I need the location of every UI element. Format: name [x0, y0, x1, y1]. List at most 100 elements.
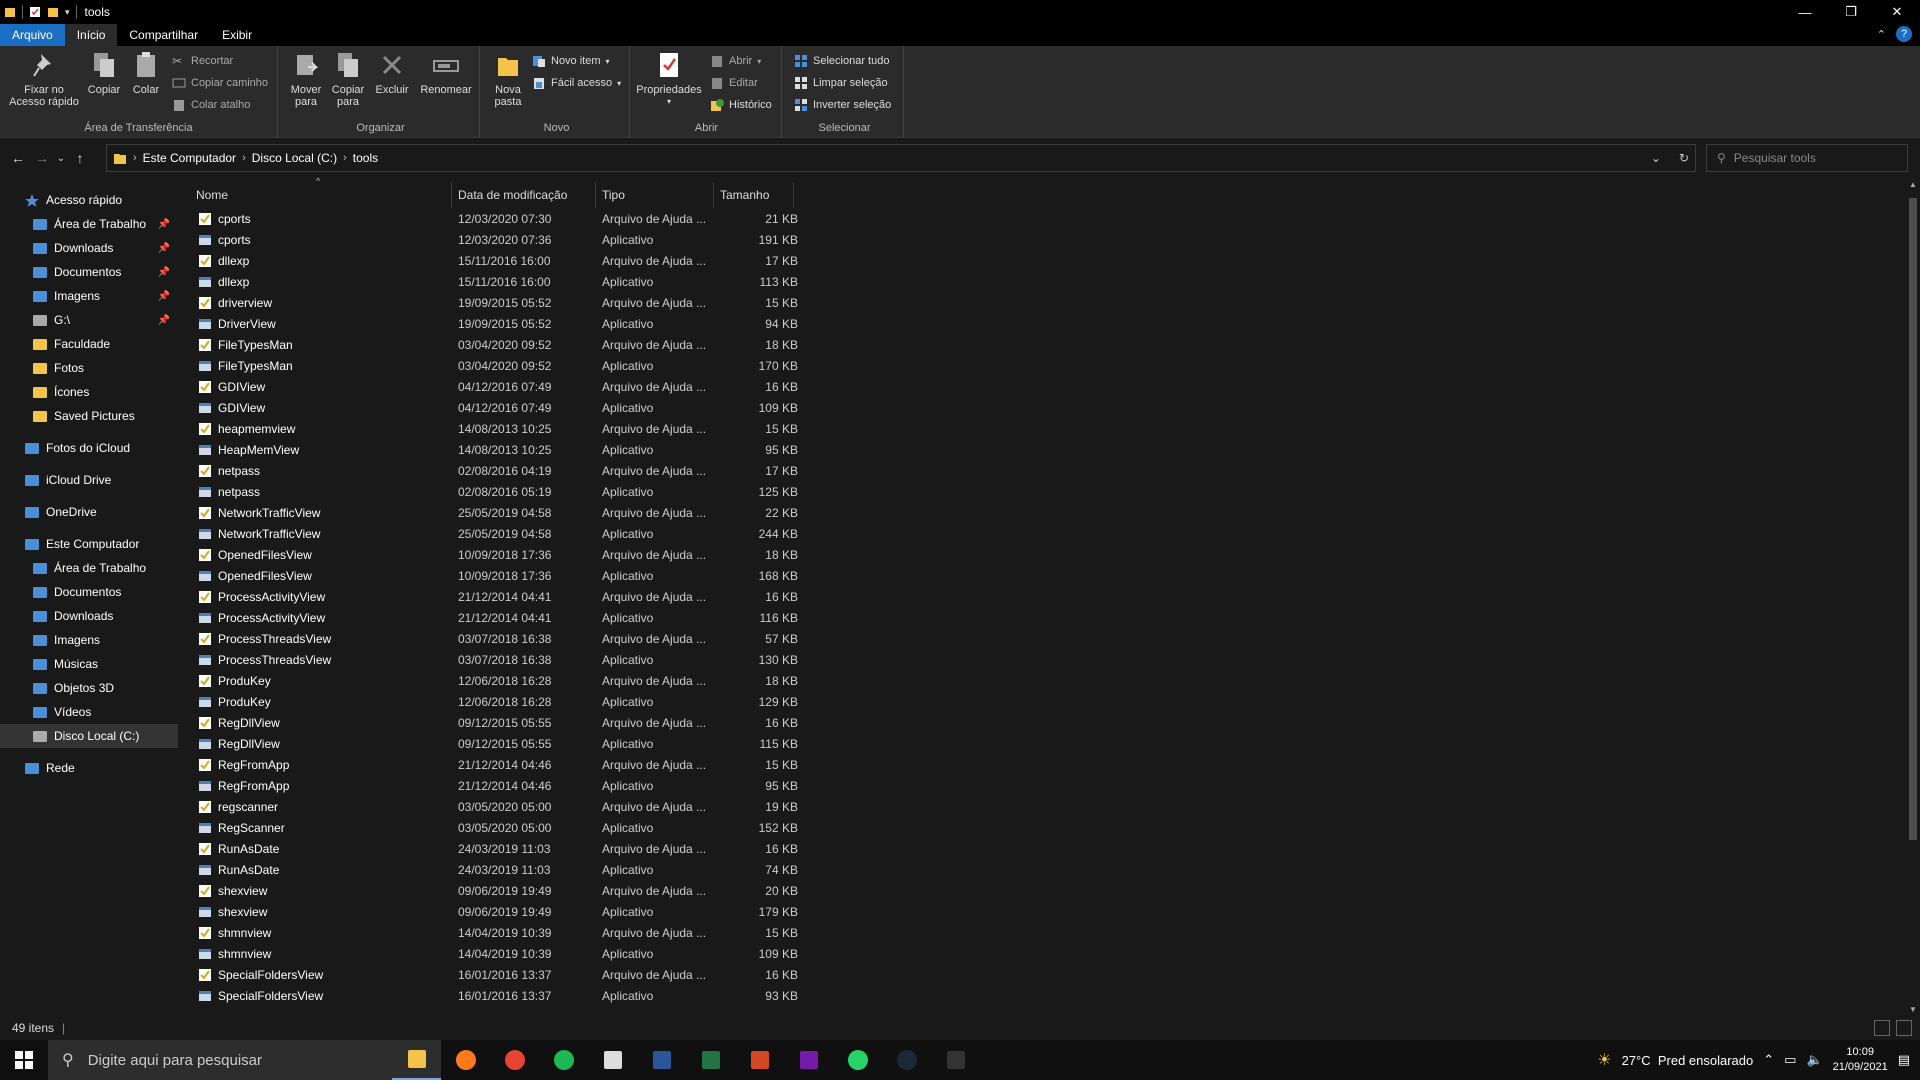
nav-item[interactable]: Fotos do iCloud	[0, 436, 178, 460]
taskbar-app[interactable]	[931, 1040, 980, 1080]
volume-icon[interactable]: 🔈	[1806, 1052, 1822, 1068]
file-row[interactable]: netpass 02/08/2016 04:19 Arquivo de Ajuda …	[178, 460, 798, 481]
easy-access-button[interactable]: Fácil acesso ▾	[532, 74, 621, 92]
file-row[interactable]: SpecialFoldersView 16/01/2016 13:37 Arquiv…	[178, 964, 798, 985]
file-row[interactable]: ProduKey 12/06/2018 16:28 Aplicativo 129 KB	[178, 691, 798, 712]
file-row[interactable]: cports 12/03/2020 07:30 Arquivo de Ajuda .…	[178, 208, 798, 229]
address-bar[interactable]: › Este Computador › Disco Local (C:) › t…	[106, 144, 1696, 172]
new-folder-icon[interactable]	[47, 6, 59, 18]
properties-icon[interactable]	[29, 6, 41, 18]
taskbar-app[interactable]	[588, 1040, 637, 1080]
tab-home[interactable]: Início	[64, 24, 118, 46]
taskbar-app[interactable]	[490, 1040, 539, 1080]
file-row[interactable]: SpecialFoldersView 16/01/2016 13:37 Aplica…	[178, 985, 798, 1006]
file-row[interactable]: RunAsDate 24/03/2019 11:03 Aplicativo 74 KB	[178, 859, 798, 880]
file-row[interactable]: NetworkTrafficView 25/05/2019 04:58 Arquiv…	[178, 502, 798, 523]
scrollbar-thumb[interactable]	[1909, 198, 1917, 840]
tray-chevron-icon[interactable]: ⌃	[1763, 1052, 1774, 1068]
taskbar-app[interactable]	[686, 1040, 735, 1080]
nav-item[interactable]: Objetos 3D	[0, 676, 178, 700]
taskbar-search[interactable]: ⚲ Digite aqui para pesquisar	[48, 1040, 392, 1080]
file-row[interactable]: shmnview 14/04/2019 10:39 Arquivo de Ajuda…	[178, 922, 798, 943]
file-row[interactable]: ProcessThreadsView 03/07/2018 16:38 Arquiv…	[178, 628, 798, 649]
select-none-button[interactable]: Limpar seleção	[794, 74, 888, 92]
nav-item[interactable]: Documentos 📌	[0, 260, 178, 284]
file-row[interactable]: ProcessActivityView 21/12/2014 04:41 Arqui…	[178, 586, 798, 607]
breadcrumb-local-disk[interactable]: Disco Local (C:)	[246, 151, 343, 165]
select-all-button[interactable]: Selecionar tudo	[794, 52, 889, 70]
nav-item[interactable]: Rede	[0, 756, 178, 780]
close-button[interactable]: ✕	[1874, 0, 1920, 24]
file-row[interactable]: OpenedFilesView 10/09/2018 17:36 Aplicativ…	[178, 565, 798, 586]
nav-item[interactable]: Ícones	[0, 380, 178, 404]
file-row[interactable]: DriverView 19/09/2015 05:52 Aplicativo 94 K…	[178, 313, 798, 334]
scroll-down-icon[interactable]: ▼	[1909, 1005, 1917, 1014]
paste-shortcut-button[interactable]: Colar atalho	[172, 96, 250, 114]
breadcrumb-this-pc[interactable]: Este Computador	[137, 151, 242, 165]
maximize-button[interactable]: ❐	[1828, 0, 1874, 24]
up-arrow-icon[interactable]: ↑	[68, 150, 92, 166]
nav-item[interactable]: Saved Pictures	[0, 404, 178, 428]
nav-item[interactable]: Disco Local (C:)	[0, 724, 178, 748]
nav-item[interactable]: iCloud Drive	[0, 468, 178, 492]
file-row[interactable]: RegDllView 09/12/2015 05:55 Arquivo de Aju…	[178, 712, 798, 733]
nav-item[interactable]: Imagens 📌	[0, 284, 178, 308]
column-header-name[interactable]: Nome ^	[178, 176, 452, 208]
file-row[interactable]: ProcessThreadsView 03/07/2018 16:38 Aplica…	[178, 649, 798, 670]
new-folder-button[interactable]: Nova pasta	[488, 50, 528, 108]
taskbar-app[interactable]	[539, 1040, 588, 1080]
weather-text[interactable]: 27°C Pred ensolarado	[1622, 1053, 1754, 1068]
tab-share[interactable]: Compartilhar	[117, 24, 210, 46]
notifications-icon[interactable]: ▤	[1898, 1052, 1910, 1068]
taskbar-app[interactable]	[833, 1040, 882, 1080]
minimize-button[interactable]: —	[1782, 0, 1828, 24]
pin-quick-access-button[interactable]: Fixar no Acesso rápido	[6, 50, 82, 108]
breadcrumb-tools[interactable]: tools	[347, 151, 384, 165]
back-arrow-icon[interactable]: ←	[6, 150, 30, 166]
file-row[interactable]: driverview 19/09/2015 05:52 Arquivo de Aju…	[178, 292, 798, 313]
file-row[interactable]: RegFromApp 21/12/2014 04:46 Aplicativo 95 K…	[178, 775, 798, 796]
network-icon[interactable]: ▭	[1784, 1052, 1796, 1068]
file-row[interactable]: FileTypesMan 03/04/2020 09:52 Aplicativo 17…	[178, 355, 798, 376]
nav-item[interactable]: Downloads	[0, 604, 178, 628]
address-dropdown-icon[interactable]: ⌄	[1651, 151, 1661, 165]
weather-icon[interactable]: ☀	[1597, 1050, 1611, 1070]
copy-path-button[interactable]: Copiar caminho	[172, 74, 268, 92]
search-box[interactable]: ⚲ Pesquisar tools	[1706, 144, 1908, 172]
tab-view[interactable]: Exibir	[210, 24, 264, 46]
nav-item[interactable]: Área de Trabalho	[0, 556, 178, 580]
edit-button[interactable]: Editar	[710, 74, 758, 92]
file-row[interactable]: shexview 09/06/2019 19:49 Aplicativo 179 KB	[178, 901, 798, 922]
column-header-size[interactable]: Tamanho	[714, 182, 794, 208]
help-icon[interactable]: ?	[1896, 26, 1912, 42]
file-row[interactable]: OpenedFilesView 10/09/2018 17:36 Arquivo d…	[178, 544, 798, 565]
nav-item[interactable]: G:\ 📌	[0, 308, 178, 332]
file-row[interactable]: GDIView 04/12/2016 07:49 Arquivo de Ajuda …	[178, 376, 798, 397]
copy-button[interactable]: Copiar	[84, 50, 124, 96]
taskbar-app[interactable]	[882, 1040, 931, 1080]
file-row[interactable]: RegScanner 03/05/2020 05:00 Aplicativo 152 …	[178, 817, 798, 838]
file-row[interactable]: NetworkTrafficView 25/05/2019 04:58 Aplica…	[178, 523, 798, 544]
file-row[interactable]: regscanner 03/05/2020 05:00 Arquivo de Aju…	[178, 796, 798, 817]
nav-item[interactable]: Documentos	[0, 580, 178, 604]
file-row[interactable]: netpass 02/08/2016 05:19 Aplicativo 125 KB	[178, 481, 798, 502]
copy-to-button[interactable]: Copiar para	[328, 50, 368, 108]
move-to-button[interactable]: Mover para	[286, 50, 326, 108]
file-row[interactable]: heapmemview 14/08/2013 10:25 Arquivo de Aj…	[178, 418, 798, 439]
customize-arrow-icon[interactable]: ▾	[65, 7, 70, 18]
nav-item[interactable]: Vídeos	[0, 700, 178, 724]
taskbar-app[interactable]	[784, 1040, 833, 1080]
recent-locations-icon[interactable]: ⌄	[54, 153, 68, 164]
clock[interactable]: 10:09 21/09/2021	[1833, 1045, 1888, 1075]
vertical-scrollbar[interactable]: ▲ ▼	[1906, 178, 1920, 1018]
nav-item[interactable]: Acesso rápido	[0, 188, 178, 212]
file-row[interactable]: GDIView 04/12/2016 07:49 Aplicativo 109 KB	[178, 397, 798, 418]
taskbar-app[interactable]	[735, 1040, 784, 1080]
file-row[interactable]: HeapMemView 14/08/2013 10:25 Aplicativo 95 …	[178, 439, 798, 460]
nav-item[interactable]: Downloads 📌	[0, 236, 178, 260]
taskbar-app[interactable]	[392, 1040, 441, 1080]
nav-item[interactable]: OneDrive	[0, 500, 178, 524]
paste-button[interactable]: Colar	[126, 50, 166, 96]
taskbar-app[interactable]	[637, 1040, 686, 1080]
file-row[interactable]: RegDllView 09/12/2015 05:55 Aplicativo 115 …	[178, 733, 798, 754]
